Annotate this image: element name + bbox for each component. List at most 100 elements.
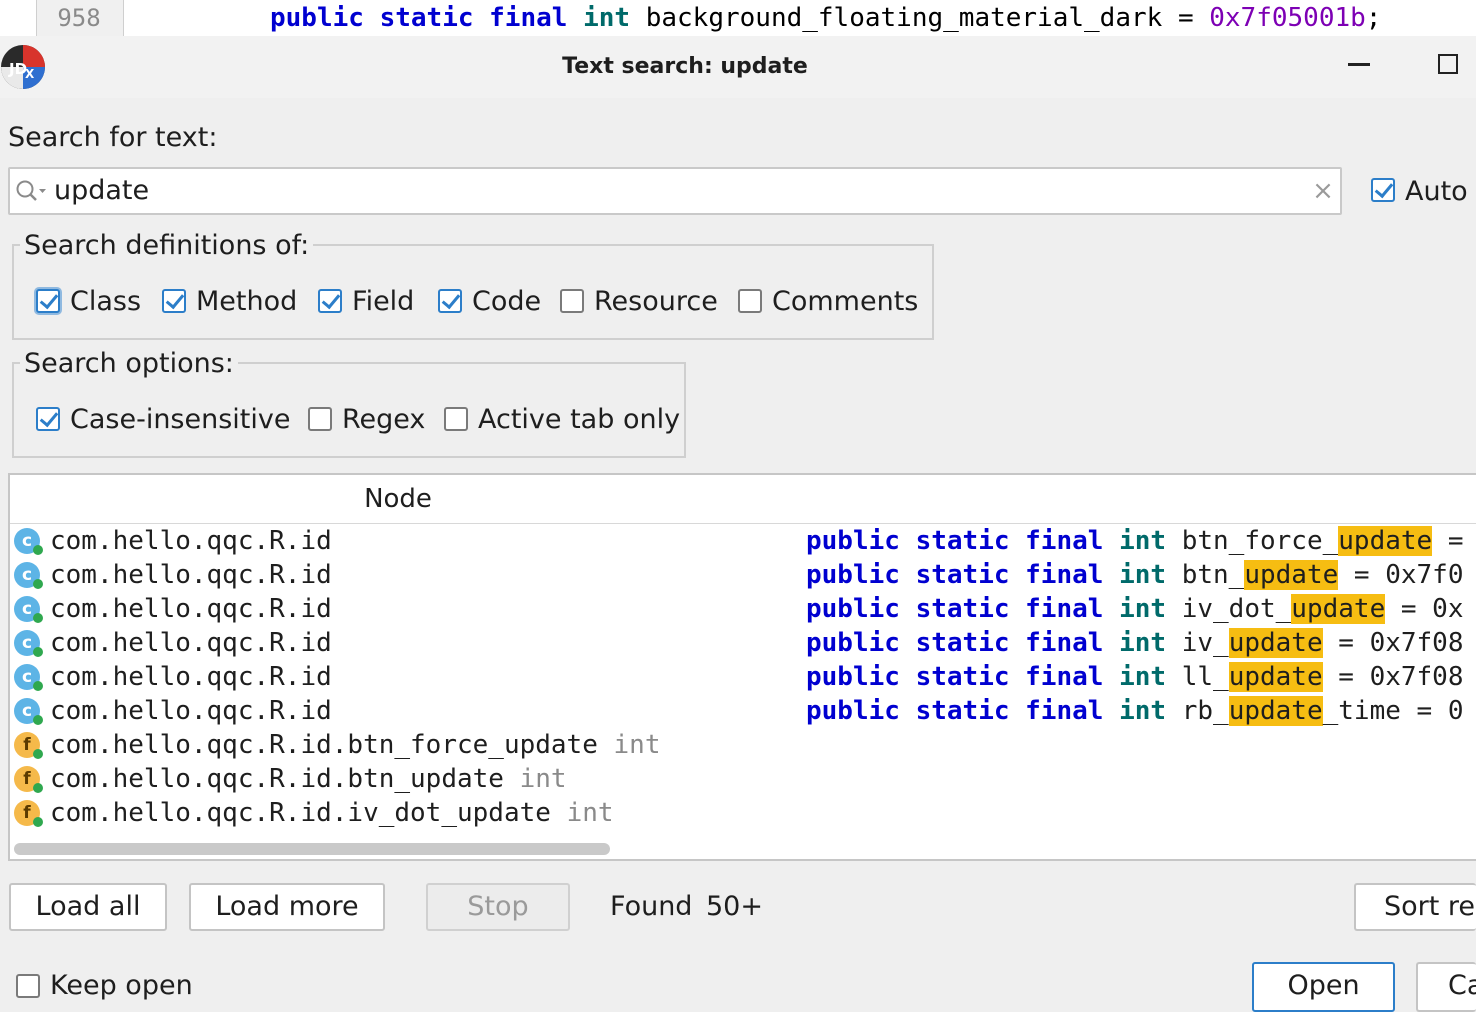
table-row[interactable]: c com.hello.qqc.R.id public static final i… xyxy=(10,626,1476,660)
code-keyword: static xyxy=(915,662,1010,692)
case-insensitive-checkbox[interactable] xyxy=(36,407,60,431)
table-row[interactable]: c com.hello.qqc.R.id public static final i… xyxy=(10,558,1476,592)
public-access-icon xyxy=(33,817,43,827)
code-text-before: btn_ xyxy=(1181,560,1245,590)
table-row[interactable]: c com.hello.qqc.R.id public static final i… xyxy=(10,524,1476,558)
public-access-icon xyxy=(33,647,43,657)
class-checkbox-label: Class xyxy=(70,286,142,317)
node-cell: com.hello.qqc.R.id xyxy=(50,558,332,592)
table-row[interactable]: c com.hello.qqc.R.id public static final i… xyxy=(10,592,1476,626)
node-name: com.hello.qqc.R.id xyxy=(50,594,332,624)
code-cell: public static final int rb_update_time =… xyxy=(806,694,1464,728)
match-highlight: update xyxy=(1228,696,1323,726)
code-value: 0x7f05001b xyxy=(1209,3,1366,33)
clear-icon[interactable]: × xyxy=(1310,176,1336,206)
code-text-after: = 0x xyxy=(1385,594,1464,624)
stop-button[interactable]: Stop xyxy=(426,883,570,931)
cancel-button[interactable]: Ca xyxy=(1416,962,1476,1012)
code-semicolon: ; xyxy=(1365,3,1382,33)
node-name: com.hello.qqc.R.id xyxy=(50,662,332,692)
public-access-icon xyxy=(33,749,43,759)
open-button[interactable]: Open xyxy=(1252,962,1395,1012)
active-tab-only-label: Active tab only xyxy=(478,404,681,435)
search-input[interactable] xyxy=(8,167,1342,215)
found-count: 50+ xyxy=(706,891,763,922)
code-cell: public static final int btn_update = 0x7… xyxy=(806,558,1464,592)
node-cell: com.hello.qqc.R.id.btn_update int xyxy=(50,762,567,796)
keep-open-checkbox[interactable] xyxy=(16,974,40,998)
code-checkbox[interactable] xyxy=(438,289,462,313)
search-icon xyxy=(16,180,46,201)
load-all-button[interactable]: Load all xyxy=(9,883,167,931)
match-highlight: update xyxy=(1228,628,1323,658)
method-checkbox-label: Method xyxy=(196,286,298,317)
active-tab-only-checkbox[interactable] xyxy=(444,407,468,431)
code-text-before: iv_ xyxy=(1181,628,1229,658)
comments-checkbox[interactable] xyxy=(738,289,762,313)
node-name: com.hello.qqc.R.id.btn_update xyxy=(50,764,504,794)
match-highlight: update xyxy=(1338,526,1433,556)
node-cell: com.hello.qqc.R.id xyxy=(50,660,332,694)
code-keyword: public xyxy=(806,696,900,726)
public-access-icon xyxy=(33,579,43,589)
search-label: Search for text: xyxy=(8,122,218,153)
sort-results-button[interactable]: Sort res xyxy=(1354,883,1476,931)
regex-label: Regex xyxy=(342,404,426,435)
class-checkbox[interactable] xyxy=(36,289,60,313)
code-keyword: public xyxy=(806,526,900,556)
node-cell: com.hello.qqc.R.id xyxy=(50,592,332,626)
table-row[interactable]: f com.hello.qqc.R.id.btn_force_update int xyxy=(10,728,1476,762)
method-checkbox[interactable] xyxy=(162,289,186,313)
code-type: int xyxy=(583,3,631,33)
editor-code-line: public static final int background_float… xyxy=(270,0,1381,36)
resource-checkbox[interactable] xyxy=(560,289,584,313)
node-name: com.hello.qqc.R.id.btn_force_update xyxy=(50,730,598,760)
code-type: int xyxy=(1119,526,1167,556)
search-definitions-legend: Search definitions of: xyxy=(20,226,314,266)
code-identifier: background_floating_material_dark xyxy=(645,3,1163,33)
horizontal-scrollbar[interactable] xyxy=(14,843,610,855)
field-checkbox[interactable] xyxy=(318,289,342,313)
table-row[interactable]: c com.hello.qqc.R.id public static final i… xyxy=(10,660,1476,694)
case-insensitive-label: Case-insensitive xyxy=(70,404,291,435)
auto-search-checkbox[interactable] xyxy=(1371,178,1395,202)
public-access-icon xyxy=(33,545,43,555)
node-cell: com.hello.qqc.R.id xyxy=(50,694,332,728)
table-row[interactable]: c com.hello.qqc.R.id public static final i… xyxy=(10,694,1476,728)
column-header-code[interactable] xyxy=(786,475,1476,524)
code-text-before: btn_force_ xyxy=(1181,526,1339,556)
code-keyword: public xyxy=(806,560,900,590)
column-header-node[interactable]: Node xyxy=(10,475,787,524)
load-more-button[interactable]: Load more xyxy=(189,883,385,931)
minimize-icon[interactable] xyxy=(1348,63,1370,66)
code-text-after: = 0x7f08 xyxy=(1322,662,1464,692)
search-options-legend: Search options: xyxy=(20,344,238,384)
code-keyword: final xyxy=(1025,628,1104,658)
keep-open-label: Keep open xyxy=(50,970,193,1001)
code-type: int xyxy=(1119,696,1167,726)
code-keyword: static xyxy=(379,3,474,33)
node-type: int xyxy=(566,798,614,828)
node-name: com.hello.qqc.R.id xyxy=(50,628,332,658)
public-access-icon xyxy=(33,613,43,623)
line-number: 958 xyxy=(57,4,101,32)
comments-checkbox-label: Comments xyxy=(772,286,919,317)
code-type: int xyxy=(1119,560,1167,590)
code-text-after: = 0x7f08 xyxy=(1322,628,1464,658)
node-cell: com.hello.qqc.R.id.btn_force_update int xyxy=(50,728,661,762)
regex-checkbox[interactable] xyxy=(308,407,332,431)
search-input-value[interactable]: update xyxy=(54,167,149,215)
code-keyword: static xyxy=(915,696,1010,726)
code-text-before: iv_dot_ xyxy=(1181,594,1292,624)
code-cell: public static final int ll_update = 0x7f… xyxy=(806,660,1464,694)
code-keyword: final xyxy=(1025,560,1104,590)
found-label: Found xyxy=(610,891,693,922)
node-name: com.hello.qqc.R.id xyxy=(50,696,332,726)
maximize-icon[interactable] xyxy=(1438,54,1458,74)
auto-search-label: Auto s xyxy=(1405,176,1476,207)
code-text-before: ll_ xyxy=(1181,662,1229,692)
table-row[interactable]: f com.hello.qqc.R.id.btn_update int xyxy=(10,762,1476,796)
node-cell: com.hello.qqc.R.id.iv_dot_update int xyxy=(50,796,614,830)
node-name: com.hello.qqc.R.id xyxy=(50,560,332,590)
table-row[interactable]: f com.hello.qqc.R.id.iv_dot_update int xyxy=(10,796,1476,830)
